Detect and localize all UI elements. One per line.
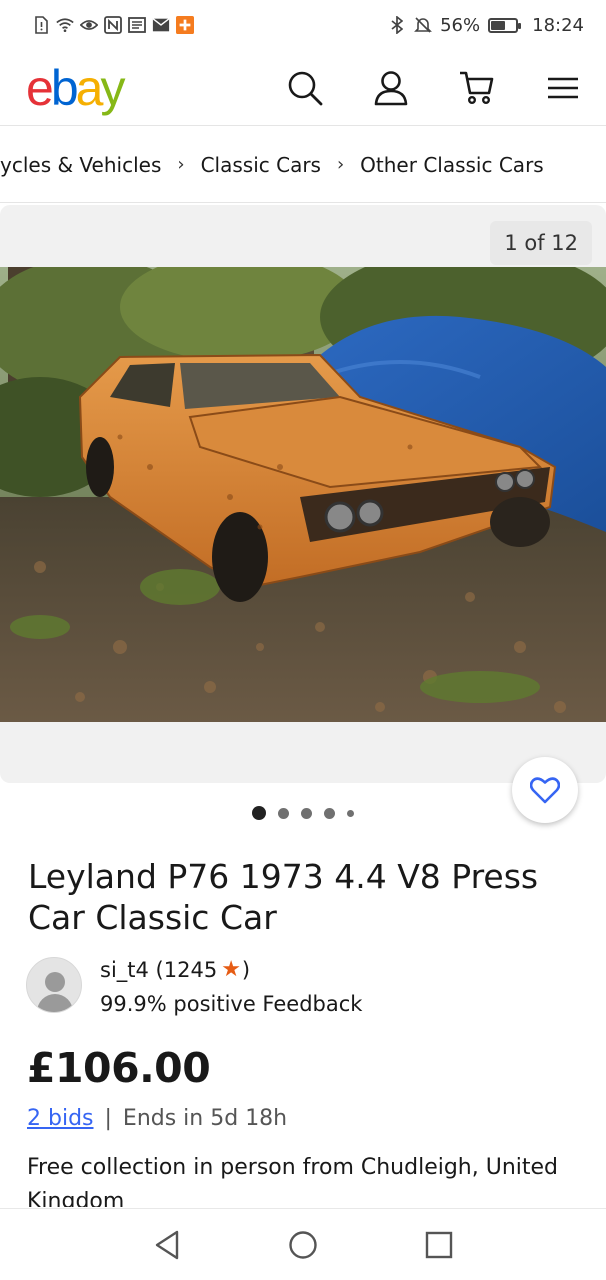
battery-percent: 56% — [440, 14, 481, 36]
bids-separator: | — [104, 1106, 112, 1131]
seller-name-close: ) — [241, 958, 251, 982]
feedback-star-icon: ★ — [221, 957, 241, 982]
image-counter: 1 of 12 — [490, 221, 592, 265]
bluetooth-icon — [388, 16, 406, 34]
item-price: £106.00 — [27, 1044, 211, 1092]
logo-letter-a: a — [75, 59, 104, 116]
pagination-dot[interactable] — [301, 807, 312, 819]
auction-ends: Ends in 5d 18h — [122, 1106, 288, 1131]
clock: 18:24 — [532, 14, 584, 36]
ebay-logo[interactable]: ebay — [26, 59, 125, 116]
account-icon[interactable] — [372, 69, 410, 107]
bids-link[interactable]: 2 bids — [27, 1106, 94, 1131]
logo-letter-y: y — [100, 59, 125, 116]
logo-letter-b: b — [50, 59, 79, 116]
system-navbar — [0, 1208, 606, 1280]
news-icon — [128, 16, 146, 34]
pagination-dot-active[interactable] — [252, 806, 266, 820]
breadcrumb-item-other-classic-cars[interactable]: Other Classic Cars — [360, 153, 544, 177]
breadcrumb-item-classic-cars[interactable]: Classic Cars — [201, 153, 321, 177]
recents-icon[interactable] — [419, 1225, 459, 1265]
mail-icon — [152, 16, 170, 34]
pagination-dot[interactable] — [278, 807, 289, 819]
listing-title: Leyland P76 1973 4.4 V8 Press Car Classi… — [28, 857, 539, 937]
logo-letter-e: e — [26, 59, 54, 116]
sim-alert-icon — [32, 16, 50, 34]
bids-line: 2 bids | Ends in 5d 18h — [27, 1106, 287, 1131]
status-left-icons — [32, 16, 194, 34]
nfc-icon — [104, 16, 122, 34]
status-bar: 56% 18:24 — [0, 0, 606, 50]
search-icon[interactable] — [286, 69, 324, 107]
battery-level — [491, 20, 505, 30]
pagination-dot[interactable] — [324, 807, 335, 819]
breadcrumb: ycles & Vehicles › Classic Cars › Other … — [0, 127, 606, 203]
image-gallery[interactable]: 1 of 12 — [0, 205, 606, 783]
home-icon[interactable] — [283, 1225, 323, 1265]
plus-app-icon — [176, 16, 194, 34]
seller-feedback: 99.9% positive Feedback — [100, 992, 363, 1016]
header-actions — [286, 69, 582, 107]
eye-icon — [80, 16, 98, 34]
chevron-right-icon: › — [336, 154, 345, 175]
mute-icon — [414, 16, 433, 34]
breadcrumb-item-cycles-vehicles[interactable]: ycles & Vehicles — [0, 153, 161, 177]
seller-avatar[interactable] — [26, 957, 82, 1013]
back-icon[interactable] — [147, 1225, 187, 1265]
menu-icon[interactable] — [544, 69, 582, 107]
seller-info[interactable]: si_t4 (1245 ★ ) 99.9% positive Feedback — [26, 953, 362, 1021]
car-photo-illustration — [0, 267, 606, 722]
listing-photo[interactable] — [0, 267, 606, 722]
delivery-info: Free collection in person from Chudleigh… — [27, 1155, 559, 1207]
gallery-pagination — [0, 806, 606, 820]
status-right: 56% 18:24 — [388, 15, 584, 36]
chevron-right-icon: › — [177, 154, 185, 175]
pagination-dot[interactable] — [347, 809, 354, 817]
wifi-icon — [56, 16, 74, 34]
heart-icon — [530, 777, 560, 804]
site-header: ebay — [0, 50, 606, 126]
seller-name[interactable]: si_t4 (1245 — [100, 953, 217, 987]
battery-icon — [488, 17, 522, 33]
cart-icon[interactable] — [458, 69, 496, 107]
